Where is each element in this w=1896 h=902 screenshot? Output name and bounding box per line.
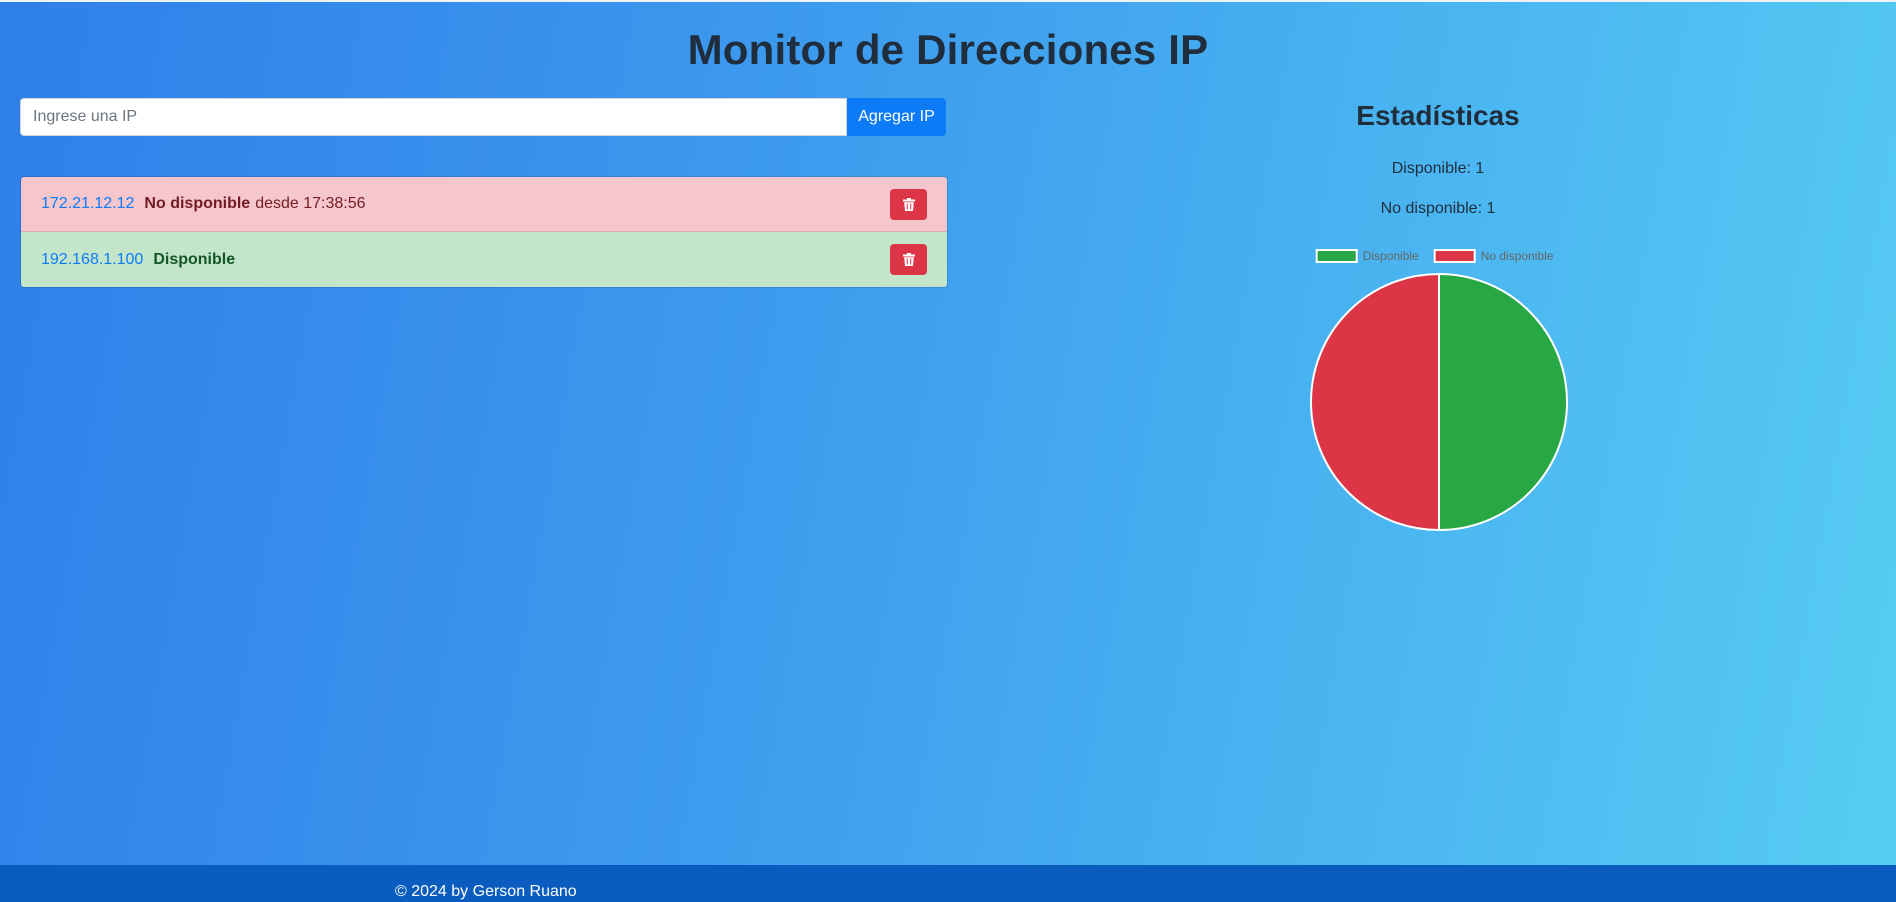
trash-icon	[902, 198, 915, 211]
status-pie-chart: Disponible No disponible	[1310, 249, 1568, 532]
ip-list: 172.21.12.12 No disponible desde 17:38:5…	[20, 176, 948, 288]
pie-slice-disponible[interactable]	[1438, 272, 1568, 532]
top-border	[0, 0, 1896, 2]
page-title: Monitor de Direcciones IP	[687, 26, 1209, 73]
ip-input[interactable]	[20, 98, 847, 136]
status-since: desde 17:38:56	[255, 195, 366, 212]
footer-text: © 2024 by Gerson Ruano	[395, 883, 577, 900]
status-label: No disponible	[144, 195, 251, 212]
pie-slice-no-disponible[interactable]	[1310, 272, 1440, 532]
legend-label: No disponible	[1481, 249, 1554, 263]
delete-button[interactable]	[890, 244, 927, 275]
footer: © 2024 by Gerson Ruano	[0, 865, 1896, 902]
ip-address: 192.168.1.100	[41, 250, 144, 268]
stats-title: Estadísticas	[1356, 100, 1520, 131]
add-ip-button[interactable]: Agregar IP	[847, 98, 946, 136]
status-label: Disponible	[153, 250, 236, 268]
unavailable-count: No disponible: 1	[1380, 200, 1496, 217]
ip-address: 172.21.12.12	[41, 195, 135, 212]
legend-swatch[interactable]	[1433, 249, 1476, 263]
legend-label: Disponible	[1363, 249, 1419, 263]
ip-form: Agregar IP	[20, 98, 946, 136]
list-item: 172.21.12.12 No disponible desde 17:38:5…	[21, 177, 947, 232]
legend-swatch[interactable]	[1315, 249, 1358, 263]
available-count: Disponible: 1	[1391, 160, 1485, 177]
list-item: 192.168.1.100 Disponible	[21, 232, 947, 287]
delete-button[interactable]	[890, 189, 927, 220]
trash-icon	[902, 253, 915, 266]
